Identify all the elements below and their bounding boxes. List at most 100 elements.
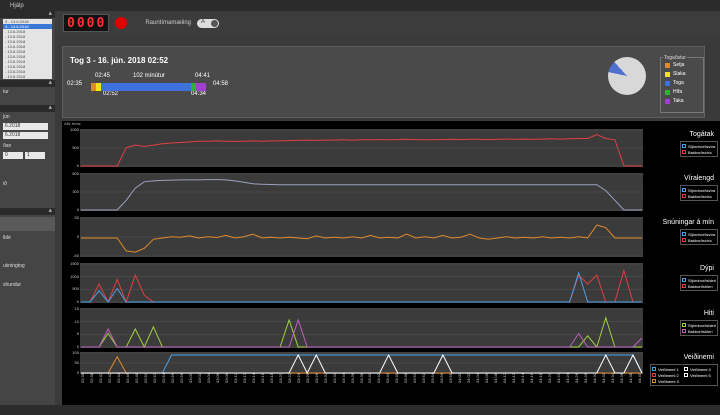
chart-plot-area: [80, 217, 643, 257]
trip-title: Tog 3 - 16. jún. 2018 02:52: [70, 56, 169, 65]
counter-digit: 0: [86, 15, 96, 31]
legend-entry[interactable]: Bakborðshleri: [682, 283, 716, 289]
series-line: [81, 353, 643, 375]
sidebar-button[interactable]: [0, 217, 55, 231]
legend-label: Slaka: [673, 71, 686, 77]
series-line: [81, 316, 642, 349]
legend-checkbox[interactable]: [682, 150, 686, 154]
sidebar-label[interactable]: ukningtog: [0, 261, 55, 270]
legend-entry[interactable]: Stjórnborðsvíra: [682, 231, 716, 237]
legend-checkbox[interactable]: [682, 278, 686, 282]
x-tick-label: 04:30: [592, 373, 598, 384]
legend-item: Hífa: [665, 89, 703, 95]
chart-legend: Stjórnborðshleri Bakborðshleri: [680, 275, 718, 291]
legend-entry[interactable]: Veiðinemi 3: [652, 378, 684, 384]
legend-checkbox[interactable]: [682, 194, 686, 198]
x-tick-label: 03:38: [358, 373, 364, 384]
chart-plot-area: [80, 173, 643, 211]
legend-label: Veiðinemi 2: [658, 372, 679, 378]
series-line: [81, 179, 642, 211]
phase-segment-taka: [196, 83, 206, 91]
legend-entry[interactable]: Bakborðsvíra: [682, 149, 716, 155]
y-tick-label: 0: [76, 299, 79, 304]
y-tick-label: 100: [72, 350, 79, 355]
legend-label: Stjórnborðsvíra: [688, 143, 716, 149]
x-tick-label: 04:28: [583, 373, 589, 384]
chart-svg: [80, 217, 643, 257]
counter-digit: 0: [67, 15, 76, 31]
trip-list-item[interactable]: - 13.6.2018: [3, 74, 52, 79]
legend-checkbox[interactable]: [682, 188, 686, 192]
legend-entry[interactable]: Stjórnborðsvíra: [682, 187, 716, 193]
legend-entry[interactable]: Stjórnborðsvíra: [682, 143, 716, 149]
date-from-input[interactable]: 6.2018: [3, 123, 48, 130]
chart-legend: Veiðinemi 1 Veiðinemi 4 Veiðinemi 2 Veiðine…: [650, 364, 718, 386]
legend-checkbox[interactable]: [682, 329, 686, 333]
small-input[interactable]: 1: [25, 152, 45, 159]
legend-entry[interactable]: Bakborðsvíra: [682, 237, 716, 243]
chart-legend: Stjórnborðsvíra Bakborðsvíra: [680, 185, 718, 201]
legend-title: Togaðstur: [663, 55, 687, 61]
legend-checkbox[interactable]: [652, 373, 656, 377]
record-indicator-icon[interactable]: [115, 17, 128, 29]
legend-label: Bakborðshleri: [688, 328, 713, 334]
legend-checkbox[interactable]: [684, 367, 688, 371]
realtime-toggle[interactable]: A: [197, 18, 219, 28]
legend-entry[interactable]: Bakborðshleri: [682, 328, 716, 334]
y-tick-label: 500: [72, 286, 79, 292]
x-tick-label: 02:48: [133, 373, 139, 384]
y-tick-label: 1000: [70, 273, 79, 279]
x-tick-label: 03:46: [394, 373, 400, 384]
y-tick-label: 300: [72, 189, 79, 194]
legend-checkbox[interactable]: [682, 238, 686, 242]
legend-entry[interactable]: Bakborðsvíra: [682, 193, 716, 199]
legend-checkbox[interactable]: [652, 379, 656, 383]
legend-checkbox[interactable]: [682, 144, 686, 148]
small-input[interactable]: 0: [3, 152, 23, 159]
chart-plot-area: [80, 352, 643, 375]
x-tick-label: 03:18: [268, 373, 274, 384]
legend-checkbox[interactable]: [682, 284, 686, 288]
legend-checkbox[interactable]: [682, 323, 686, 327]
sidebar-section-header[interactable]: [0, 78, 55, 87]
x-tick-label: 03:32: [331, 373, 337, 384]
time-label: 02:52: [103, 91, 119, 97]
y-tick-label: -50: [73, 253, 79, 258]
x-tick-label: 02:35: [80, 373, 85, 384]
y-tick-label: 1000: [70, 127, 79, 132]
x-tick-label: 02:40: [97, 373, 103, 384]
y-tick-label: 50: [74, 360, 79, 365]
sidebar-section-header[interactable]: [0, 206, 55, 215]
legend-entry[interactable]: Stjórnborðshleri: [682, 322, 716, 328]
sidebar-section-header[interactable]: [0, 103, 55, 112]
date-to-input[interactable]: 6.2018: [3, 132, 48, 139]
sidebar-label[interactable]: shundur: [0, 280, 55, 289]
sidebar: 3 - 13.6.20184 - 13.6.2018- 13.6.2018- 1…: [0, 9, 55, 405]
legend-item: Toga: [665, 80, 703, 86]
x-tick-label: 03:02: [196, 373, 202, 384]
chart-svg: [80, 129, 643, 167]
legend-checkbox[interactable]: [682, 232, 686, 236]
legend-label: Taka: [673, 98, 684, 104]
legend-checkbox[interactable]: [652, 367, 656, 371]
x-tick-label: 02:50: [142, 373, 148, 384]
legend-entry[interactable]: Stjórnborðshleri: [682, 277, 716, 283]
menu-item-help[interactable]: Hjálp: [10, 3, 24, 9]
x-axis: 02:35 02:38 02:40 02:42 02:44 02:46 02:48 02:50…: [80, 373, 643, 409]
x-tick-label: 02:58: [178, 373, 184, 384]
y-tick-label: 50: [74, 215, 79, 220]
sidebar-label[interactable]: lblé: [0, 233, 55, 242]
legend-checkbox[interactable]: [684, 373, 688, 377]
series-line: [81, 318, 643, 348]
x-tick-label: 03:44: [385, 373, 391, 384]
x-tick-label: 03:26: [304, 373, 310, 384]
x-tick-label: 03:48: [403, 373, 409, 384]
counter-digit: 0: [96, 15, 106, 31]
time-label: 04:34: [191, 91, 207, 97]
sidebar-section-header[interactable]: [0, 9, 55, 18]
legend-entry[interactable]: Veiðinemi 5: [684, 372, 716, 378]
y-tick-label: 0: [76, 344, 79, 349]
y-tick-label: 1500: [70, 261, 79, 266]
legend-label: Bakborðsvíra: [688, 149, 712, 155]
chart-title: Hiti: [703, 310, 714, 317]
